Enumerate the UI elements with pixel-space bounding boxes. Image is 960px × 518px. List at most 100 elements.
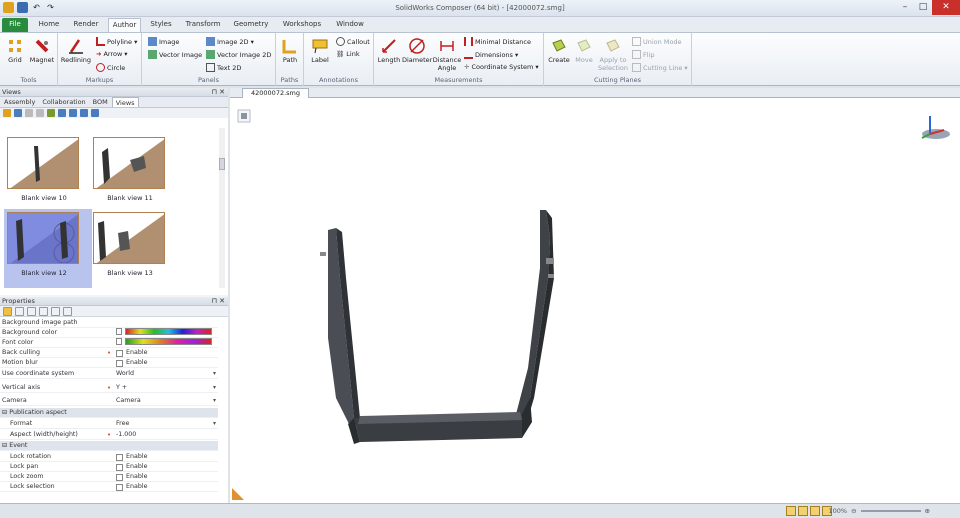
tab-views[interactable]: Views xyxy=(111,97,139,107)
prop-row[interactable]: Background color xyxy=(0,328,218,338)
checkbox[interactable] xyxy=(116,483,123,491)
image-2d-button[interactable]: Image 2D ▾ xyxy=(206,37,254,46)
color-swatch[interactable] xyxy=(116,338,123,345)
refresh-icon[interactable] xyxy=(39,307,48,316)
prop-row[interactable]: Background image path xyxy=(0,318,218,328)
union-mode-button[interactable]: Union Mode xyxy=(632,37,682,46)
tab-styles[interactable]: Styles xyxy=(147,18,175,32)
text-2d-button[interactable]: Text 2D xyxy=(206,63,241,72)
prop-row[interactable]: Aspect (width/height) • -1.000 xyxy=(0,430,218,440)
prop-row[interactable]: Format Free ▾ xyxy=(0,419,218,429)
update-view-icon[interactable] xyxy=(14,109,22,117)
orientation-triad-icon[interactable] xyxy=(921,116,950,139)
tab-file[interactable]: File xyxy=(2,18,28,32)
apply-to-selection-button[interactable]: Apply to Selection xyxy=(596,37,630,72)
prop-row[interactable]: Lock selection Enable xyxy=(0,482,218,492)
cutting-line-button[interactable]: Cutting Line ▾ xyxy=(632,63,688,72)
checkbox[interactable] xyxy=(116,359,123,367)
close-views-panel-icon[interactable]: ⊓ ✕ xyxy=(211,88,225,97)
views-scrollbar[interactable] xyxy=(219,128,225,288)
grid-button[interactable]: Grid xyxy=(4,37,26,64)
zoom-in-icon[interactable]: ⊕ xyxy=(925,507,930,515)
3d-viewport[interactable] xyxy=(230,98,960,503)
grid-toggle-icon[interactable] xyxy=(810,506,820,516)
minimize-button[interactable]: – xyxy=(896,0,914,15)
alphabetical-icon[interactable] xyxy=(15,307,24,316)
callout-button[interactable]: Callout xyxy=(336,37,370,46)
prop-row[interactable]: Font color xyxy=(0,338,218,348)
tab-geometry[interactable]: Geometry xyxy=(231,18,271,32)
prop-row[interactable]: Back culling • Enable xyxy=(0,348,218,358)
prop-section[interactable]: ⊟ Publication aspect xyxy=(0,408,218,418)
polyline-button[interactable]: Polyline ▾ xyxy=(96,37,137,46)
property-page-icon[interactable] xyxy=(63,307,72,316)
pick-mode-icon[interactable] xyxy=(786,506,796,516)
magnet-button[interactable]: Magnet xyxy=(28,37,56,64)
tab-home[interactable]: Home xyxy=(34,18,64,32)
flip-button[interactable]: Flip xyxy=(632,50,654,59)
view-thumbnail[interactable]: Blank view 11 xyxy=(90,134,178,213)
vector-image-button[interactable]: Vector Image xyxy=(148,50,202,59)
dropdown-arrow-icon[interactable]: ▾ xyxy=(213,369,216,379)
play-view-icon[interactable] xyxy=(47,109,55,117)
checkbox[interactable] xyxy=(116,349,123,357)
arrow-button[interactable]: ➜ Arrow ▾ xyxy=(96,50,128,58)
prop-row[interactable]: Use coordinate system World ▾ xyxy=(0,369,218,379)
prop-row[interactable]: Camera Camera ▾ xyxy=(0,396,218,406)
view-thumbnail-selected[interactable]: Blank view 12 xyxy=(4,209,92,288)
view-mode-3-icon[interactable] xyxy=(80,109,88,117)
zoom-slider[interactable] xyxy=(860,510,921,512)
prop-row[interactable]: Lock rotation Enable xyxy=(0,452,218,462)
scrollbar-thumb[interactable] xyxy=(219,158,225,170)
length-button[interactable]: Length xyxy=(376,37,402,64)
prop-row[interactable]: Vertical axis • Y + ▾ xyxy=(0,383,218,393)
prop-section[interactable]: ⊟ Event xyxy=(0,441,218,451)
tab-workshops[interactable]: Workshops xyxy=(280,18,324,32)
close-button[interactable]: ✕ xyxy=(932,0,960,15)
tab-transform[interactable]: Transform xyxy=(182,18,224,32)
dropdown-arrow-icon[interactable]: ▾ xyxy=(213,383,216,393)
tab-collaboration[interactable]: Collaboration xyxy=(39,97,88,107)
tab-render[interactable]: Render xyxy=(70,18,102,32)
prop-row[interactable]: Lock zoom Enable xyxy=(0,472,218,482)
view-mode-1-icon[interactable] xyxy=(58,109,66,117)
color-gradient[interactable] xyxy=(125,328,212,335)
view-thumbnail[interactable]: Blank view 10 xyxy=(4,134,92,213)
color-swatch[interactable] xyxy=(116,328,123,335)
view-thumbnail[interactable]: Blank view 13 xyxy=(90,209,178,288)
checkbox[interactable] xyxy=(116,463,123,471)
document-tab[interactable]: 42000072.smg xyxy=(242,88,309,98)
minimal-distance-button[interactable]: Minimal Distance xyxy=(464,37,531,46)
dimensions-button[interactable]: Dimensions ▾ xyxy=(464,50,518,59)
prop-row[interactable]: Lock pan Enable xyxy=(0,462,218,472)
label-button[interactable]: Label xyxy=(308,37,332,64)
diameter-button[interactable]: Diameter xyxy=(402,37,432,64)
reset-icon[interactable] xyxy=(27,307,36,316)
close-properties-panel-icon[interactable]: ⊓ ✕ xyxy=(211,297,225,306)
view-props-icon[interactable] xyxy=(36,109,44,117)
path-button[interactable]: Path xyxy=(278,37,302,64)
model-frame[interactable] xyxy=(320,210,554,444)
dropdown-arrow-icon[interactable]: ▾ xyxy=(213,396,216,406)
delete-view-icon[interactable] xyxy=(25,109,33,117)
maximize-button[interactable]: □ xyxy=(914,0,932,15)
tab-assembly[interactable]: Assembly xyxy=(1,97,38,107)
distance-button[interactable]: Distance Angle xyxy=(432,37,462,72)
move-cutting-plane-button[interactable]: Move xyxy=(572,37,596,64)
circle-button[interactable]: Circle xyxy=(96,63,125,72)
create-cutting-plane-button[interactable]: Create xyxy=(546,37,572,64)
capture-icon[interactable] xyxy=(51,307,60,316)
vector-image-2d-button[interactable]: Vector Image 2D xyxy=(206,50,271,59)
color-gradient[interactable] xyxy=(125,338,212,345)
view-mode-4-icon[interactable] xyxy=(91,109,99,117)
tab-bom[interactable]: BOM xyxy=(90,97,111,107)
zoom-out-icon[interactable]: ⊖ xyxy=(851,507,856,515)
redlining-button[interactable]: Redlining xyxy=(60,37,92,64)
model-view[interactable] xyxy=(230,98,960,503)
tab-author[interactable]: Author xyxy=(108,18,141,32)
tab-window[interactable]: Window xyxy=(333,18,367,32)
image-button[interactable]: Image xyxy=(148,37,179,46)
view-mode-2-icon[interactable] xyxy=(69,109,77,117)
checkbox[interactable] xyxy=(116,473,123,481)
create-view-icon[interactable] xyxy=(3,109,11,117)
